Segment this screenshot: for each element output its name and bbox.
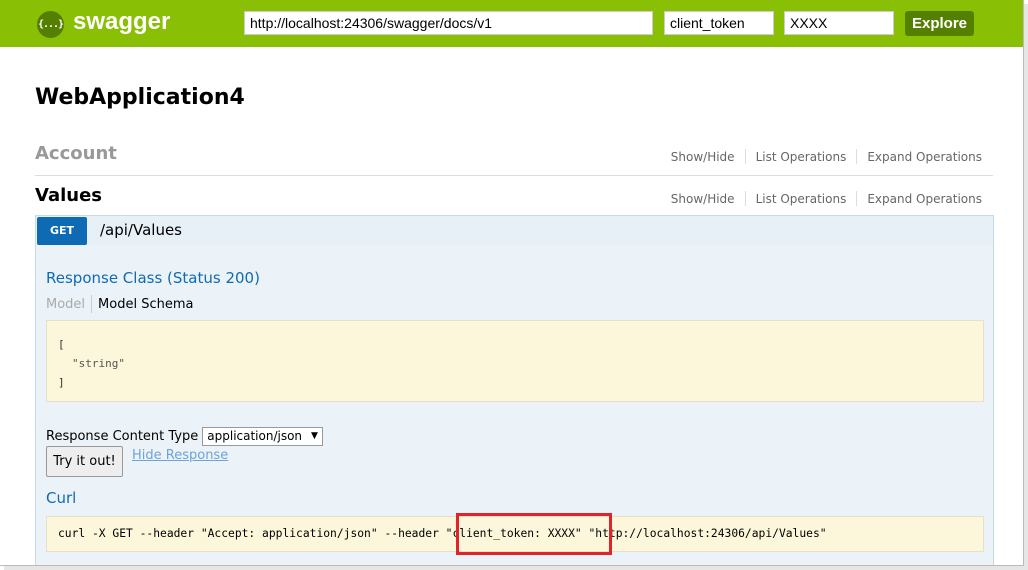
response-content-type-label: Response Content Type xyxy=(46,429,199,444)
operation-path[interactable]: /api/Values xyxy=(100,221,182,239)
curl-heading: Curl xyxy=(46,489,77,507)
api-url-input[interactable] xyxy=(244,11,653,35)
model-schema-box: [ "string" ] xyxy=(46,320,984,402)
top-bar: {...} swagger Explore xyxy=(0,0,1023,47)
show-hide-link[interactable]: Show/Hide xyxy=(661,150,745,164)
try-it-out-button[interactable]: Try it out! xyxy=(46,446,123,477)
api-key-name-input[interactable] xyxy=(664,11,774,35)
schema-open-bracket: [ xyxy=(58,338,65,351)
schema-item: "string" xyxy=(72,357,125,370)
operation-body: Response Class (Status 200) Model Model … xyxy=(35,245,994,565)
response-class-heading: Response Class (Status 200) xyxy=(46,269,260,287)
list-operations-link[interactable]: List Operations xyxy=(746,150,857,164)
resource-divider xyxy=(35,175,993,176)
resource-account-name[interactable]: Account xyxy=(35,143,117,164)
tab-model-schema[interactable]: Model Schema xyxy=(92,297,193,312)
swagger-ui-window: {...} swagger Explore WebApplication4 Ac… xyxy=(0,0,1024,566)
swagger-logo-icon: {...} xyxy=(37,11,64,38)
response-content-type-row: Response Content Type application/json ▼ xyxy=(46,427,323,446)
tab-model[interactable]: Model xyxy=(46,297,91,312)
http-method-badge[interactable]: GET xyxy=(37,217,87,245)
resource-account-options: Show/Hide List Operations Expand Operati… xyxy=(661,149,982,164)
schema-close-bracket: ] xyxy=(58,376,65,389)
show-hide-link[interactable]: Show/Hide xyxy=(661,192,745,206)
api-key-value-input[interactable] xyxy=(784,11,894,35)
explore-button[interactable]: Explore xyxy=(905,11,974,36)
caret-down-icon: ▼ xyxy=(311,431,318,441)
curl-command-box: curl -X GET --header "Accept: applicatio… xyxy=(46,516,984,552)
hide-response-link[interactable]: Hide Response xyxy=(132,448,228,463)
expand-operations-link[interactable]: Expand Operations xyxy=(857,192,982,206)
window-shadow xyxy=(1024,4,1028,570)
page-title: WebApplication4 xyxy=(35,85,245,110)
expand-operations-link[interactable]: Expand Operations xyxy=(857,150,982,164)
resource-values-options: Show/Hide List Operations Expand Operati… xyxy=(661,191,982,206)
selected-content-type: application/json xyxy=(207,429,303,443)
operation-heading[interactable]: GET /api/Values xyxy=(35,215,994,246)
response-content-type-select[interactable]: application/json ▼ xyxy=(202,427,323,446)
resource-values-name[interactable]: Values xyxy=(35,185,102,206)
window-shadow xyxy=(4,566,1028,570)
model-tabs: Model Model Schema xyxy=(46,295,193,313)
logo-text[interactable]: swagger xyxy=(73,8,170,36)
list-operations-link[interactable]: List Operations xyxy=(746,192,857,206)
